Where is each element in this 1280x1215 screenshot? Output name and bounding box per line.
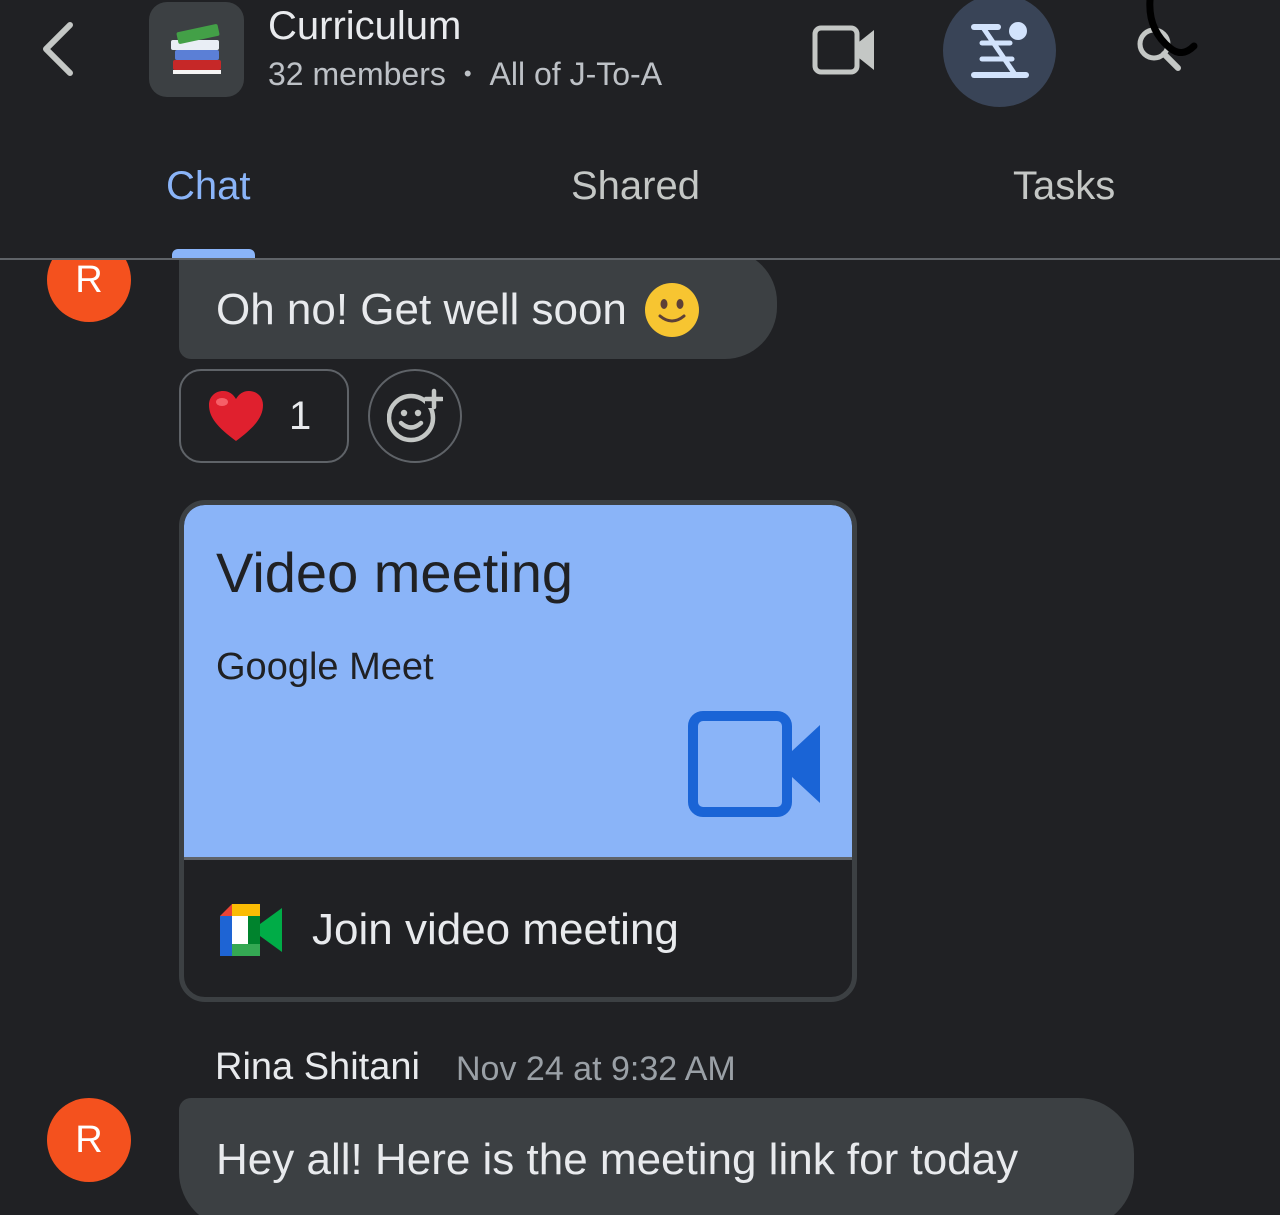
tab-shared[interactable]: Shared (571, 162, 700, 210)
meet-card-title: Video meeting (216, 541, 573, 604)
back-button[interactable] (28, 14, 88, 84)
avatar[interactable]: R (47, 260, 131, 322)
meet-card-subtitle: Google Meet (216, 646, 434, 688)
tab-chat[interactable]: Chat (166, 162, 251, 210)
space-subtitle: 32 members • All of J-To-A (268, 54, 662, 94)
slightly-smiling-face-icon (644, 282, 699, 337)
message-timestamp: Nov 24 at 9:32 AM (456, 1050, 736, 1088)
tab-tasks[interactable]: Tasks (1013, 162, 1115, 210)
start-video-button[interactable] (800, 10, 890, 90)
add-emoji-icon (387, 388, 443, 443)
meet-card-header: Video meeting Google Meet (184, 505, 852, 857)
message-text: Oh no! Get well soon (216, 284, 627, 334)
message-text: Hey all! Here is the meeting link for to… (216, 1135, 1019, 1184)
join-video-meeting-label: Join video meeting (312, 905, 679, 954)
books-icon (170, 23, 221, 74)
google-meet-icon (220, 904, 282, 956)
member-count: 32 members (268, 56, 446, 92)
space-scope: All of J-To-A (489, 56, 663, 92)
video-meeting-card: Video meeting Google Meet Join video mee… (179, 500, 857, 1002)
search-button[interactable] (1110, 0, 1210, 90)
space-title: Curriculum (268, 4, 462, 48)
threads-button[interactable] (943, 0, 1056, 107)
video-camera-icon (688, 711, 820, 817)
message-bubble[interactable]: Oh no! Get well soon (179, 260, 777, 359)
tab-bar: Chat Shared Tasks (0, 140, 1280, 258)
threads-icon (970, 21, 1029, 78)
chat-screen: Curriculum 32 members • All of J-To-A Chat… (0, 0, 1280, 1215)
join-video-meeting-button[interactable]: Join video meeting (184, 860, 852, 997)
reaction-heart-chip[interactable]: 1 (179, 369, 349, 463)
add-reaction-button[interactable] (368, 369, 462, 463)
avatar[interactable]: R (47, 1098, 131, 1182)
chevron-left-icon (43, 22, 73, 76)
message-list[interactable]: R Oh no! Get well soon 1 Video meeting G… (0, 260, 1280, 1215)
message-bubble[interactable]: Hey all! Here is the meeting link for to… (179, 1098, 1134, 1215)
video-camera-icon (812, 25, 874, 75)
space-avatar[interactable] (149, 2, 244, 97)
sender-name: Rina Shitani (215, 1046, 420, 1088)
red-heart-icon (209, 391, 263, 441)
search-icon (1137, 0, 1198, 71)
reaction-count: 1 (289, 393, 312, 438)
separator-dot: • (463, 61, 472, 86)
